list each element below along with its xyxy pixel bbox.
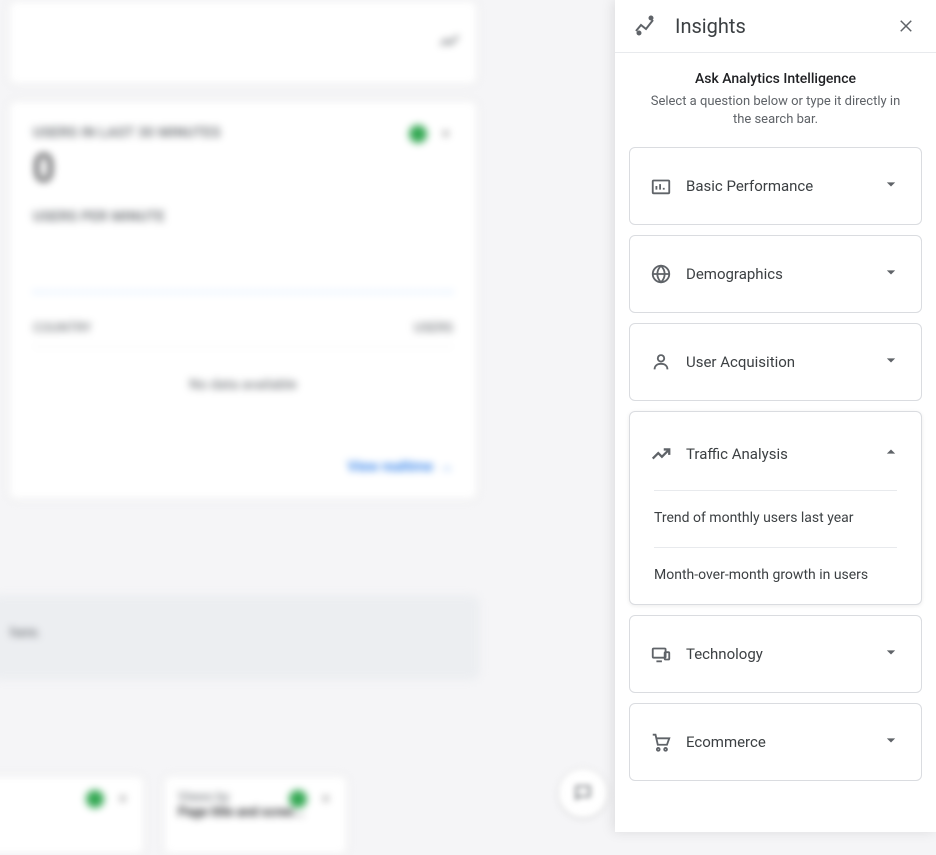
chevron-down-icon: ▾ <box>119 792 126 807</box>
realtime-header: USERS IN LAST 30 MINUTES <box>33 125 453 141</box>
category-technology[interactable]: Technology <box>629 615 922 693</box>
intro-text: Select a question below or type it direc… <box>643 93 908 129</box>
info-strip: here. <box>0 595 480 680</box>
users-col-label: USERS <box>414 321 453 336</box>
dashboard-background: ▾ USERS IN LAST 30 MINUTES 0 USERS PER M… <box>0 0 615 832</box>
category-basic-performance[interactable]: Basic Performance <box>629 147 922 225</box>
panel-title: Insights <box>675 14 894 38</box>
no-data-text: No data available <box>33 377 453 393</box>
chevron-down-icon: ▾ <box>322 792 329 807</box>
mini-card-2: Views by Page title and scree... ▾ <box>163 775 348 855</box>
category-traffic-analysis[interactable]: Traffic Analysis Trend of monthly users … <box>629 411 922 604</box>
question-item[interactable]: Month-over-month growth in users <box>654 548 897 604</box>
intro-heading: Ask Analytics Intelligence <box>643 71 908 87</box>
category-list: Basic Performance Demographics <box>615 139 936 832</box>
category-demographics[interactable]: Demographics <box>629 235 922 313</box>
realtime-subheader: USERS PER MINUTE <box>33 209 453 225</box>
chevron-down-icon <box>881 174 901 198</box>
view-realtime-link: View realtime <box>348 458 453 475</box>
category-header[interactable]: Technology <box>630 616 921 692</box>
category-header[interactable]: User Acquisition <box>630 324 921 400</box>
cart-icon <box>650 731 672 753</box>
insights-panel: Insights Ask Analytics Intelligence Sele… <box>615 0 936 832</box>
chevron-up-icon <box>881 442 901 466</box>
mini-card-line2: Page title and scree... <box>178 805 333 820</box>
trend-icon <box>438 31 462 55</box>
mini-card-1: ▾ <box>0 775 145 855</box>
category-header[interactable]: Traffic Analysis <box>630 412 921 490</box>
panel-header: Insights <box>615 0 936 53</box>
status-dot-icon <box>409 125 427 143</box>
category-label: Basic Performance <box>686 177 881 195</box>
dashboard-icon <box>650 175 672 197</box>
category-label: Technology <box>686 645 881 663</box>
realtime-value: 0 <box>33 147 453 191</box>
category-user-acquisition[interactable]: User Acquisition <box>629 323 922 401</box>
bg-header-card <box>8 0 478 85</box>
category-body: Trend of monthly users last year Month-o… <box>654 490 897 603</box>
category-label: Traffic Analysis <box>686 445 881 463</box>
category-label: Demographics <box>686 265 881 283</box>
category-header[interactable]: Demographics <box>630 236 921 312</box>
sparkline-placeholder <box>33 243 453 293</box>
realtime-card: ▾ USERS IN LAST 30 MINUTES 0 USERS PER M… <box>8 100 478 500</box>
feedback-button[interactable] <box>558 768 608 818</box>
chevron-down-icon <box>881 262 901 286</box>
category-label: Ecommerce <box>686 733 881 751</box>
status-dot-icon <box>289 790 307 808</box>
intro-section: Ask Analytics Intelligence Select a ques… <box>615 53 936 139</box>
devices-icon <box>650 643 672 665</box>
category-header[interactable]: Basic Performance <box>630 148 921 224</box>
chevron-down-icon: ▾ <box>442 127 449 142</box>
chevron-down-icon <box>881 730 901 754</box>
person-icon <box>650 351 672 373</box>
category-header[interactable]: Ecommerce <box>630 704 921 780</box>
mini-card-line1: Views by <box>178 790 333 805</box>
status-dot-icon <box>86 790 104 808</box>
trending-up-icon <box>650 443 672 465</box>
chevron-down-icon <box>881 350 901 374</box>
close-button[interactable] <box>894 14 918 38</box>
category-ecommerce[interactable]: Ecommerce <box>629 703 922 781</box>
strip-text: here. <box>10 625 41 641</box>
country-col-label: COUNTRY <box>33 321 91 336</box>
insights-icon <box>633 14 657 38</box>
realtime-table-head: COUNTRY USERS <box>33 311 453 347</box>
globe-icon <box>650 263 672 285</box>
chevron-down-icon <box>881 642 901 666</box>
category-label: User Acquisition <box>686 353 881 371</box>
mini-cards-row: ▾ Views by Page title and scree... ▾ <box>0 775 348 855</box>
question-item[interactable]: Trend of monthly users last year <box>654 491 897 548</box>
